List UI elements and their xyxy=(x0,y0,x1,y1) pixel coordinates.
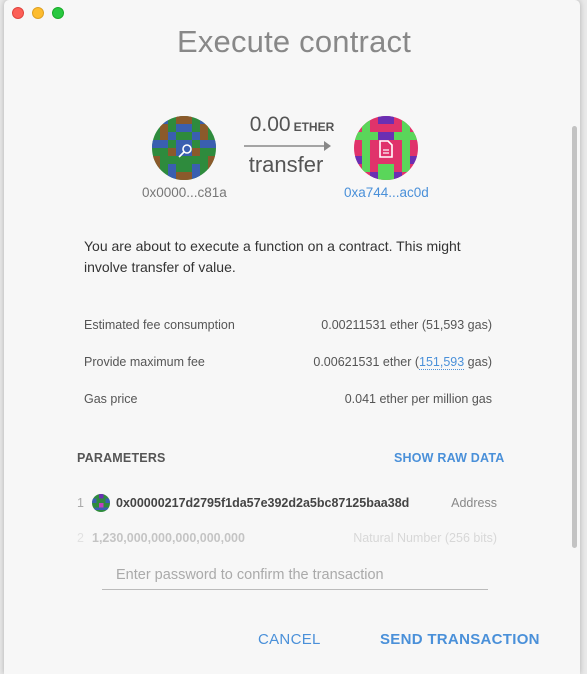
maximum-fee-value: 0.00621531 ether (151,593 gas) xyxy=(313,355,492,370)
parameter-row: 1 0x00000217d2795f1da57e392d2a5bc87125ba… xyxy=(77,494,497,512)
parameters-heading: PARAMETERS xyxy=(77,451,166,465)
amount-value: 0.00 xyxy=(249,113,291,136)
fee-row-maximum: Provide maximum fee 0.00621531 ether (15… xyxy=(84,355,492,370)
close-window-button[interactable] xyxy=(12,7,24,19)
from-address: 0x0000...c81a xyxy=(142,185,227,200)
window-controls xyxy=(12,7,64,19)
parameter-index: 2 xyxy=(77,531,84,545)
parameter-value: 0x00000217d2795f1da57e392d2a5bc87125baa3… xyxy=(116,496,410,510)
show-raw-data-link[interactable]: SHOW RAW DATA xyxy=(394,451,504,465)
key-icon xyxy=(178,144,192,158)
fee-row-gas-price: Gas price 0.041 ether per million gas xyxy=(84,392,492,406)
dialog-title: Execute contract xyxy=(176,24,412,59)
to-address-link[interactable]: 0xa744...ac0d xyxy=(344,185,429,200)
scrollbar[interactable] xyxy=(572,126,577,548)
maximum-gas-editable[interactable]: 151,593 xyxy=(419,355,465,370)
address-identicon xyxy=(92,494,110,512)
parameter-type: Address xyxy=(451,496,497,510)
execution-warning: You are about to execute a function on a… xyxy=(84,238,461,275)
password-input[interactable] xyxy=(102,560,488,590)
transfer-label: transfer xyxy=(248,152,324,177)
parameter-index: 1 xyxy=(77,496,84,510)
estimated-fee-value: 0.00211531 ether (51,593 gas) xyxy=(321,318,492,332)
parameter-type: Natural Number (256 bits) xyxy=(353,531,497,545)
fee-row-estimated: Estimated fee consumption 0.00211531 eth… xyxy=(84,318,492,332)
arrow-right-icon xyxy=(244,141,331,151)
parameter-row: 2 1,230,000,000,000,000,000 Natural Numb… xyxy=(77,531,497,545)
transfer-amount: 0.00 ETHER xyxy=(242,113,342,137)
document-icon xyxy=(379,140,393,158)
cancel-button[interactable]: CANCEL xyxy=(258,631,321,648)
maximum-fee-label: Provide maximum fee xyxy=(84,355,205,369)
minimize-window-button[interactable] xyxy=(32,7,44,19)
send-transaction-button[interactable]: SEND TRANSACTION xyxy=(380,631,540,648)
maximize-window-button[interactable] xyxy=(52,7,64,19)
gas-price-value: 0.041 ether per million gas xyxy=(344,392,492,406)
amount-unit: ETHER xyxy=(293,120,335,134)
maximum-fee-prefix: 0.00621531 ether ( xyxy=(313,355,420,369)
execute-contract-dialog: Execute contract 0x0000...c81a 0.00 ETHER… xyxy=(4,0,580,674)
estimated-fee-label: Estimated fee consumption xyxy=(84,318,235,332)
maximum-fee-suffix: gas) xyxy=(464,355,492,369)
parameter-value: 1,230,000,000,000,000,000 xyxy=(92,531,245,545)
gas-price-label: Gas price xyxy=(84,392,138,406)
